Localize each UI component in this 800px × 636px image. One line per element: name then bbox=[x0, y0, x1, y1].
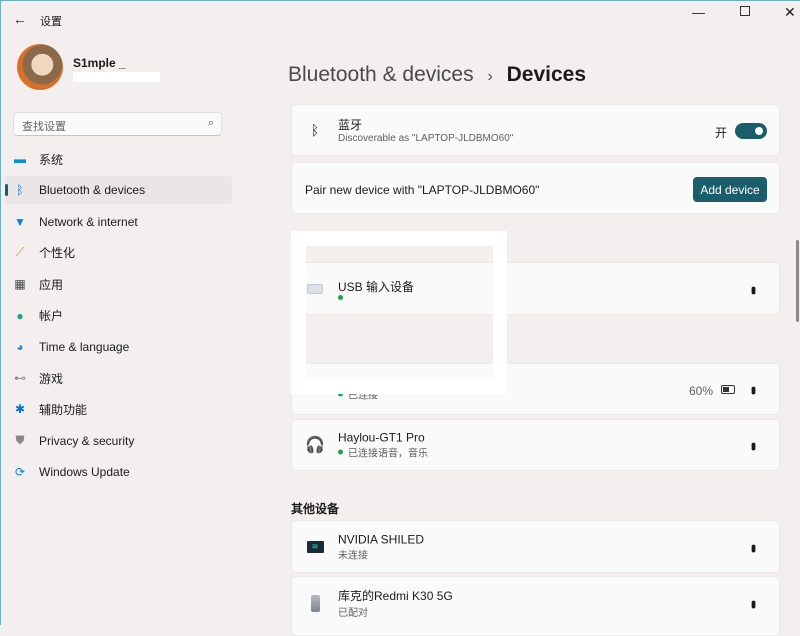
device-name: Haylou-GT1 Pro bbox=[338, 430, 425, 445]
sidebar-item-bluetooth[interactable]: ᛒ Bluetooth & devices bbox=[5, 176, 232, 205]
apps-icon: ▦ bbox=[14, 277, 26, 292]
bluetooth-card: ᛒ 蓝牙 Discoverable as "LAPTOP-JLDBMO60" 开 bbox=[291, 104, 780, 156]
sidebar-item-shield[interactable]: ⛊ Privacy & security bbox=[5, 427, 232, 455]
device-name: NVIDIA SHILED bbox=[338, 532, 425, 546]
account-icon: ● bbox=[16, 308, 24, 323]
sidebar-item-accessibility[interactable]: ✱ 辅助功能 bbox=[5, 395, 232, 423]
section-other-devices: 其他设备 bbox=[291, 502, 340, 516]
window-title: 设置 bbox=[40, 16, 62, 28]
device-haylou: 🎧 Haylou-GT1 Pro 已连接语音，音乐 ••• bbox=[291, 419, 780, 471]
shield-icon: ⛊ bbox=[15, 433, 25, 448]
minimize-button[interactable]: — bbox=[692, 5, 705, 20]
accessibility-icon: ✱ bbox=[14, 402, 26, 417]
scrollbar[interactable] bbox=[796, 240, 799, 322]
sidebar-item-brush[interactable]: ⟋ 个性化 bbox=[5, 239, 232, 267]
sidebar-item-label: 辅助功能 bbox=[39, 402, 88, 417]
sidebar-item-apps[interactable]: ▦ 应用 bbox=[5, 270, 232, 298]
update-icon: ⟳ bbox=[14, 465, 26, 479]
monitor-icon: ▬ bbox=[14, 152, 26, 166]
bluetooth-title: 蓝牙 bbox=[338, 118, 363, 132]
bluetooth-subtitle: Discoverable as "LAPTOP-JLDBMO60" bbox=[338, 133, 514, 144]
search-placeholder: 查找设置 bbox=[22, 121, 66, 133]
battery-icon bbox=[721, 385, 735, 394]
add-device-button[interactable]: Add device bbox=[693, 177, 767, 202]
device-nvidia: ≋ NVIDIA SHILED 未连接 ••• bbox=[291, 520, 780, 573]
user-name: S1mple _ bbox=[73, 56, 126, 70]
more-options-button[interactable]: ••• bbox=[746, 544, 762, 550]
more-options-button[interactable]: ••• bbox=[746, 442, 762, 448]
sidebar-item-label: Bluetooth & devices bbox=[39, 183, 146, 198]
back-icon[interactable]: ← bbox=[13, 11, 27, 27]
bluetooth-icon: ᛒ bbox=[310, 122, 320, 138]
sidebar-item-wifi[interactable]: ▼ Network & internet bbox=[5, 208, 232, 236]
breadcrumb: Bluetooth & devices › Devices bbox=[288, 63, 586, 87]
sidebar-item-label: 系统 bbox=[39, 152, 64, 167]
maximize-button[interactable] bbox=[740, 6, 750, 16]
toggle-label: 开 bbox=[714, 126, 727, 140]
sidebar-item-gamepad[interactable]: ⊷ 游戏 bbox=[5, 364, 232, 392]
battery-level: 60% bbox=[688, 384, 713, 398]
wifi-icon: ▼ bbox=[14, 214, 26, 229]
redaction-frame bbox=[291, 231, 507, 394]
close-button[interactable]: ✕ bbox=[784, 4, 796, 21]
headphones-icon: 🎧 bbox=[305, 437, 325, 454]
sidebar-item-label: 游戏 bbox=[39, 371, 64, 386]
device-status: 已连接语音，音乐 bbox=[348, 448, 428, 460]
breadcrumb-separator: › bbox=[487, 68, 493, 85]
more-options-button[interactable]: ••• bbox=[746, 386, 762, 392]
device-redmi: 库克的Redmi K30 5G 已配对 ••• bbox=[291, 576, 780, 636]
display-wireless-icon: ≋ bbox=[306, 538, 324, 556]
sidebar-item-label: Windows Update bbox=[39, 465, 130, 479]
device-status: 未连接 bbox=[338, 550, 368, 561]
device-name: 库克的Redmi K30 5G bbox=[338, 589, 453, 603]
sidebar-item-label: Privacy & security bbox=[39, 433, 135, 448]
sidebar-item-label: Time & language bbox=[39, 339, 130, 354]
more-options-button[interactable]: ••• bbox=[746, 286, 762, 292]
pair-card: Pair new device with "LAPTOP-JLDBMO60" A… bbox=[291, 162, 780, 214]
sidebar-item-monitor[interactable]: ▬ 系统 bbox=[5, 145, 232, 173]
search-icon: ⌕ bbox=[207, 117, 214, 129]
page-title: Devices bbox=[506, 63, 587, 86]
brush-icon: ⟋ bbox=[15, 245, 25, 260]
sidebar-item-globe-clock[interactable]: ◕ Time & language bbox=[5, 333, 232, 361]
sidebar-item-account[interactable]: ● 帐户 bbox=[5, 302, 232, 330]
device-status: 已配对 bbox=[338, 608, 368, 619]
sidebar-item-label: 应用 bbox=[39, 277, 64, 292]
pair-text: Pair new device with "LAPTOP-JLDBMO60" bbox=[305, 183, 540, 197]
connected-dot bbox=[338, 449, 343, 455]
sidebar-item-update[interactable]: ⟳ Windows Update bbox=[5, 458, 232, 486]
sidebar-item-label: 个性化 bbox=[39, 246, 76, 261]
phone-icon bbox=[306, 594, 324, 612]
bluetooth-icon: ᛒ bbox=[16, 183, 24, 198]
globe-clock-icon: ◕ bbox=[16, 339, 24, 354]
avatar[interactable] bbox=[17, 44, 63, 90]
gamepad-icon: ⊷ bbox=[14, 371, 26, 386]
bluetooth-toggle[interactable] bbox=[735, 123, 767, 139]
sidebar-item-label: Network & internet bbox=[39, 214, 138, 229]
redacted-email bbox=[73, 72, 160, 82]
sidebar-item-label: 帐户 bbox=[39, 309, 64, 323]
breadcrumb-parent[interactable]: Bluetooth & devices bbox=[288, 63, 474, 86]
more-options-button[interactable]: ••• bbox=[746, 600, 762, 606]
search-input[interactable]: 查找设置 ⌕ bbox=[13, 112, 222, 136]
